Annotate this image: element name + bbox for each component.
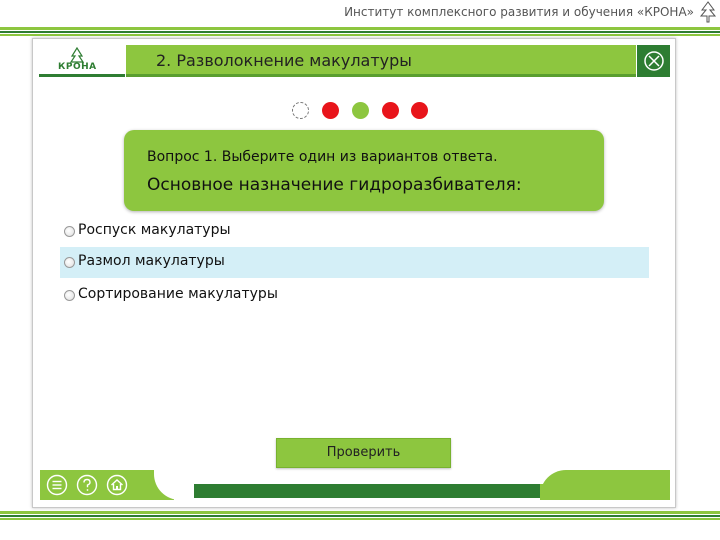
footer-stripe	[0, 515, 720, 517]
help-icon[interactable]	[76, 474, 98, 496]
footer-stripe	[0, 518, 720, 520]
radio-button[interactable]	[64, 290, 75, 301]
question-box	[124, 130, 604, 211]
answer-option-label: Сортирование макулатуры	[78, 286, 278, 302]
answer-option-label: Размол макулатуры	[78, 253, 225, 269]
footer-stripe	[0, 511, 720, 514]
question-text: Основное назначение гидроразбивателя:	[147, 175, 522, 195]
krona-tree-icon	[699, 1, 717, 23]
answer-option[interactable]: Размол макулатуры	[60, 247, 649, 278]
menu-icon[interactable]	[46, 474, 68, 496]
institute-title: Институт комплексного развития и обучени…	[344, 5, 694, 19]
answer-option[interactable]: Роспуск макулатуры	[60, 216, 649, 247]
progress-dot-wrong[interactable]	[322, 102, 339, 119]
answer-option[interactable]: Сортирование макулатуры	[60, 280, 649, 311]
title-bar-underline	[126, 74, 636, 77]
close-button[interactable]	[637, 45, 670, 77]
progress-dot-wrong[interactable]	[382, 102, 399, 119]
header-stripe	[0, 34, 720, 36]
header-stripe	[0, 27, 720, 30]
question-instruction: Вопрос 1. Выберите один из вариантов отв…	[147, 149, 498, 165]
progress-dot-wrong[interactable]	[411, 102, 428, 119]
check-button[interactable]: Проверить	[276, 438, 451, 468]
progress-dot-current[interactable]	[292, 102, 309, 119]
logo-text: КРОНА	[58, 62, 97, 72]
header-stripe	[0, 31, 720, 33]
answer-option-label: Роспуск макулатуры	[78, 222, 231, 238]
progress-dot-correct[interactable]	[352, 102, 369, 119]
footer-bar-right-curve	[540, 470, 670, 500]
radio-button[interactable]	[64, 226, 75, 237]
krona-logo	[69, 46, 85, 63]
footer-bar-line	[174, 484, 540, 498]
close-icon	[644, 51, 664, 71]
home-icon[interactable]	[106, 474, 128, 496]
radio-button[interactable]	[64, 257, 75, 268]
logo-underline	[39, 74, 125, 77]
slide-title: 2. Разволокнение макулатуры	[156, 51, 412, 70]
check-button-label: Проверить	[326, 445, 401, 460]
